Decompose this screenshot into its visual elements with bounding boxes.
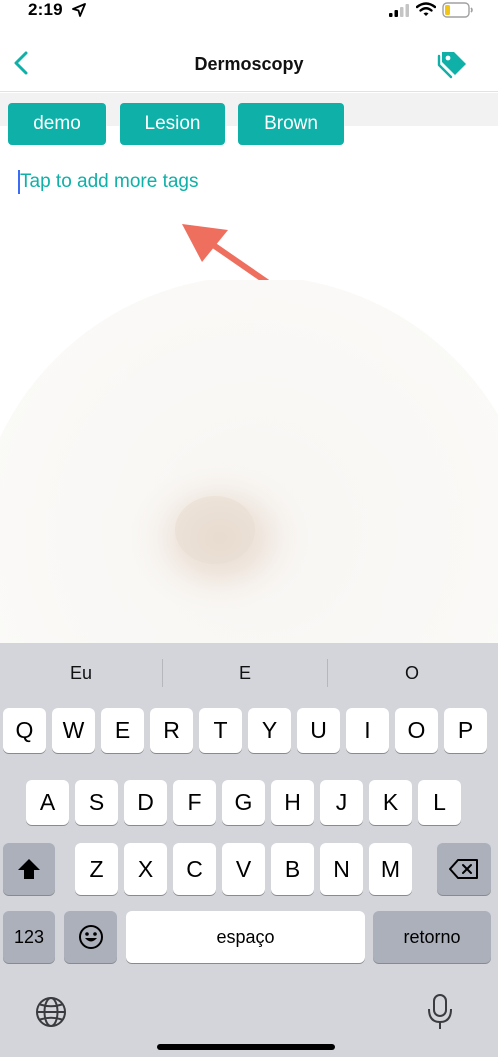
add-tags-input[interactable] [18, 168, 378, 196]
return-key[interactable]: retorno [373, 911, 491, 963]
key-x[interactable]: X [124, 843, 167, 895]
globe-icon[interactable] [34, 995, 68, 1029]
key-l[interactable]: L [418, 780, 461, 825]
key-t[interactable]: T [199, 708, 242, 753]
key-s[interactable]: S [75, 780, 118, 825]
key-h[interactable]: H [271, 780, 314, 825]
key-z[interactable]: Z [75, 843, 118, 895]
key-c[interactable]: C [173, 843, 216, 895]
navigation-bar: Dermoscopy [0, 36, 498, 92]
key-q[interactable]: Q [3, 708, 46, 753]
keyboard: Eu E O Q W E R T Y U I O P A S D F G H J… [0, 643, 498, 1057]
wifi-icon [416, 2, 436, 16]
tag-chip-brown[interactable]: Brown [238, 103, 344, 145]
page-title: Dermoscopy [194, 54, 304, 74]
tag-chip-lesion[interactable]: Lesion [120, 103, 225, 145]
emoji-key[interactable] [64, 911, 117, 963]
home-indicator [157, 1044, 335, 1050]
key-g[interactable]: G [222, 780, 265, 825]
key-d[interactable]: D [124, 780, 167, 825]
tag-chip-demo[interactable]: demo [8, 103, 106, 145]
key-o[interactable]: O [395, 708, 438, 753]
key-a[interactable]: A [26, 780, 69, 825]
suggestion-bar: Eu E O [0, 643, 498, 703]
key-w[interactable]: W [52, 708, 95, 753]
key-r[interactable]: R [150, 708, 193, 753]
dermoscopy-image [0, 280, 498, 650]
key-v[interactable]: V [222, 843, 265, 895]
shift-key[interactable] [3, 843, 55, 895]
backspace-icon [449, 859, 478, 879]
tag-icon[interactable] [434, 46, 470, 82]
key-m[interactable]: M [369, 843, 412, 895]
battery-low-icon [442, 2, 473, 18]
cellular-signal-icon [389, 4, 409, 17]
shift-arrow-icon [18, 859, 40, 879]
microphone-icon[interactable] [426, 993, 454, 1031]
key-i[interactable]: I [346, 708, 389, 753]
key-k[interactable]: K [369, 780, 412, 825]
key-u[interactable]: U [297, 708, 340, 753]
text-caret [18, 170, 20, 194]
key-e[interactable]: E [101, 708, 144, 753]
key-y[interactable]: Y [248, 708, 291, 753]
space-key[interactable]: espaço [126, 911, 365, 963]
suggestion-3[interactable]: O [328, 643, 496, 703]
key-p[interactable]: P [444, 708, 487, 753]
key-f[interactable]: F [173, 780, 216, 825]
key-n[interactable]: N [320, 843, 363, 895]
status-bar: 2:19 [0, 0, 498, 24]
status-time: 2:19 [28, 0, 63, 19]
location-arrow-icon [72, 3, 86, 17]
suggestion-2[interactable]: E [163, 643, 327, 703]
emoji-icon [78, 925, 103, 949]
key-j[interactable]: J [320, 780, 363, 825]
delete-key[interactable] [437, 843, 491, 895]
suggestion-1[interactable]: Eu [0, 643, 162, 703]
key-b[interactable]: B [271, 843, 314, 895]
numbers-key[interactable]: 123 [3, 911, 55, 963]
